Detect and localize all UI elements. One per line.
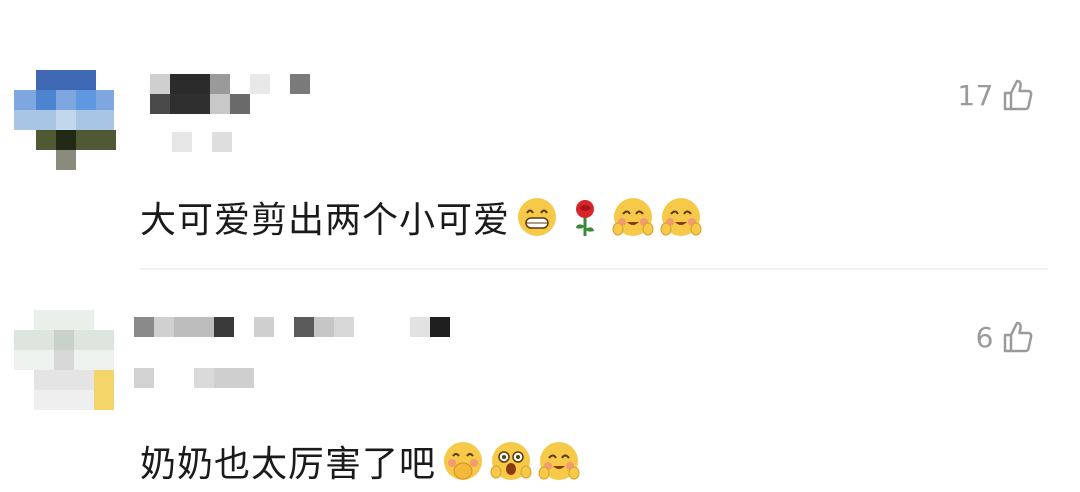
happy-emoji-icon: [660, 198, 702, 236]
like-button[interactable]: 6: [976, 320, 1034, 354]
comment-content: 奶奶也太厉害了吧: [140, 435, 580, 487]
avatar[interactable]: [14, 310, 124, 420]
comment-item: 6 奶奶也太厉害了吧: [0, 272, 1080, 492]
rose-emoji-icon: [576, 200, 595, 236]
comment-divider: [140, 268, 1048, 270]
grin-emoji-icon: [518, 198, 557, 236]
happy-emoji-icon: [538, 442, 580, 480]
like-count: 6: [975, 320, 994, 354]
thumbs-up-icon: [1003, 79, 1033, 111]
avatar[interactable]: [14, 70, 124, 180]
hand-cover-mouth-emoji-icon: [444, 442, 483, 480]
surprised-emoji-icon: [490, 442, 532, 480]
thumbs-up-icon: [1003, 321, 1033, 353]
comment-item: 17 大可爱剪出两个小可爱: [0, 0, 1080, 270]
comment-text: 奶奶也太厉害了吧: [140, 444, 437, 485]
comment-content: 大可爱剪出两个小可爱: [140, 191, 702, 243]
like-button[interactable]: 17: [957, 78, 1034, 112]
happy-emoji-icon: [612, 198, 654, 236]
comment-text: 大可爱剪出两个小可爱: [140, 200, 511, 241]
like-count: 17: [957, 78, 994, 112]
